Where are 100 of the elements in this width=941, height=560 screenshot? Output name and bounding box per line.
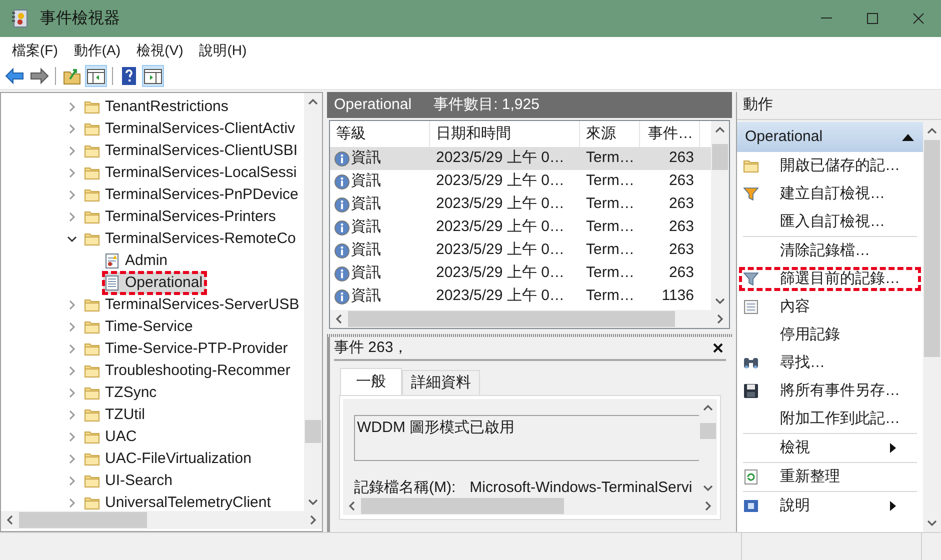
folder-up-icon: [62, 66, 82, 86]
scrollbar-thumb[interactable]: [19, 512, 148, 528]
table-cell-text: Term…: [585, 171, 636, 192]
binoculars-icon: [743, 355, 759, 371]
action-item[interactable]: 建立自訂檢視…: [737, 180, 923, 208]
info-icon: [334, 220, 350, 236]
description-box: WDDM 圖形模式已啟用: [354, 415, 699, 461]
tree-item[interactable]: TerminalServices-ServerUSB: [83, 294, 302, 316]
event-row[interactable]: 資訊 2023/5/29 上午 0… Term… 263: [330, 147, 711, 170]
table-cell-text: 資訊: [351, 263, 381, 284]
scrollbar-thumb[interactable]: [305, 420, 321, 444]
tree-item[interactable]: UniversalTelemetryClient: [83, 492, 274, 511]
detail-title: 事件 263，: [334, 338, 408, 358]
vertical-scrollbar[interactable]: [711, 121, 729, 310]
action-item[interactable]: 內容: [737, 293, 923, 321]
tree-item[interactable]: TZUtil: [83, 404, 148, 426]
tree-item[interactable]: UAC: [83, 426, 140, 448]
tree-item[interactable]: TerminalServices-PnPDevice: [83, 184, 302, 206]
tree-item[interactable]: UI-Search: [83, 470, 176, 492]
toolbar-button[interactable]: [28, 65, 50, 87]
menu-item[interactable]: 檔案(F): [4, 37, 66, 63]
menu-item[interactable]: 動作(A): [66, 37, 129, 63]
table-cell-text: Term…: [585, 240, 636, 260]
help-icon: [119, 66, 139, 86]
action-item[interactable]: 檢視: [737, 434, 923, 462]
table-cell-text: 263: [668, 217, 695, 238]
tree-item[interactable]: UAC-FileVirtualization: [83, 448, 254, 470]
forward-arrow-icon: [29, 66, 49, 86]
action-item[interactable]: 清除記錄檔…: [737, 237, 923, 265]
tree-item[interactable]: TZSync: [83, 382, 160, 404]
horizontal-scrollbar[interactable]: [1, 511, 322, 529]
event-count: 事件數目: 1,925: [434, 94, 540, 115]
funnel-icon: [743, 271, 759, 287]
tree-item[interactable]: TerminalServices-LocalSessi: [83, 162, 300, 184]
folder-icon: [84, 385, 100, 401]
action-item[interactable]: 重新整理: [737, 463, 923, 491]
scrollbar-thumb[interactable]: [924, 140, 940, 357]
refresh-icon: [743, 469, 759, 485]
field-value: Microsoft-Windows-TerminalServi: [470, 478, 692, 497]
table-cell-text: 資訊: [351, 171, 381, 192]
info-icon: [334, 174, 350, 190]
close-icon: [912, 13, 924, 24]
tree-item[interactable]: TerminalServices-RemoteCo: [83, 228, 299, 250]
vertical-scrollbar[interactable]: [304, 93, 322, 511]
table-cell-text: 1136: [660, 286, 695, 306]
table-cell-text: 2023/5/29 上午 0…: [435, 171, 566, 192]
toolbar-button[interactable]: [142, 65, 164, 87]
toolbar-button[interactable]: [4, 65, 26, 87]
scrollbar-thumb[interactable]: [361, 498, 564, 514]
folder-icon: [84, 319, 100, 335]
folder-icon: [84, 407, 100, 423]
folder-icon: [84, 231, 100, 247]
scrollbar-thumb[interactable]: [348, 311, 675, 327]
pane-toggle-icon: [143, 66, 163, 86]
tree-item[interactable]: TerminalServices-ClientActiv: [83, 118, 298, 140]
scrollbar-thumb[interactable]: [712, 144, 728, 170]
table-cell-text: 263: [668, 194, 695, 214]
horizontal-scrollbar[interactable]: [330, 310, 729, 328]
table-cell-text: 263: [668, 171, 695, 192]
action-item[interactable]: 將所有事件另存…: [737, 377, 923, 405]
action-item[interactable]: 停用記錄: [737, 321, 923, 349]
action-item[interactable]: 說明: [737, 492, 923, 520]
pane-title: Operational: [334, 94, 412, 115]
tree-item[interactable]: TerminalServices-ClientUSBI: [83, 140, 301, 162]
folder-icon: [84, 121, 100, 137]
menu-item[interactable]: 檢視(V): [128, 37, 192, 63]
action-item[interactable]: 匯入自訂檢視…: [737, 208, 923, 236]
tree-item[interactable]: Operational: [103, 272, 206, 294]
table-cell-text: 2023/5/29 上午 0…: [435, 286, 566, 306]
table-cell-text: 2023/5/29 上午 0…: [435, 240, 566, 260]
log-icon: [104, 253, 120, 269]
tree-item[interactable]: Time-Service-PTP-Provider: [83, 338, 291, 360]
tree-item[interactable]: Troubleshooting-Recommer: [83, 360, 294, 382]
pane-header: 動作: [737, 92, 941, 120]
action-item[interactable]: 篩選目前的記錄…: [737, 265, 923, 293]
tree-item[interactable]: TerminalServices-Printers: [83, 206, 279, 228]
tab[interactable]: 詳細資料: [402, 370, 480, 395]
info-icon: [334, 288, 350, 304]
action-item[interactable]: 開啟已儲存的記…: [737, 152, 923, 180]
action-item[interactable]: 尋找…: [737, 349, 923, 377]
folder-icon: [84, 143, 100, 159]
section-header[interactable]: Operational: [737, 122, 923, 152]
folder-icon: [84, 297, 100, 313]
scrollbar-thumb[interactable]: [700, 423, 716, 439]
horizontal-scrollbar[interactable]: [343, 497, 717, 515]
tree-item[interactable]: TenantRestrictions: [83, 96, 232, 118]
tab[interactable]: 一般: [340, 368, 402, 395]
menu-item[interactable]: 說明(H): [191, 37, 255, 63]
folder-icon: [84, 209, 100, 225]
submenu-arrow-icon: [889, 442, 897, 454]
info-icon: [334, 196, 350, 212]
collapse-triangle-icon: [901, 132, 915, 142]
tree-item[interactable]: Time-Service: [83, 316, 196, 338]
toolbar-button[interactable]: [85, 65, 107, 87]
table-cell-text: Term…: [585, 194, 636, 214]
table-cell-text: 2023/5/29 上午 0…: [435, 217, 566, 238]
table-cell-text: 資訊: [351, 148, 381, 168]
action-item[interactable]: 附加工作到此記…: [737, 405, 923, 433]
tree-item[interactable]: Admin: [103, 250, 171, 272]
folder-icon: [84, 341, 100, 357]
